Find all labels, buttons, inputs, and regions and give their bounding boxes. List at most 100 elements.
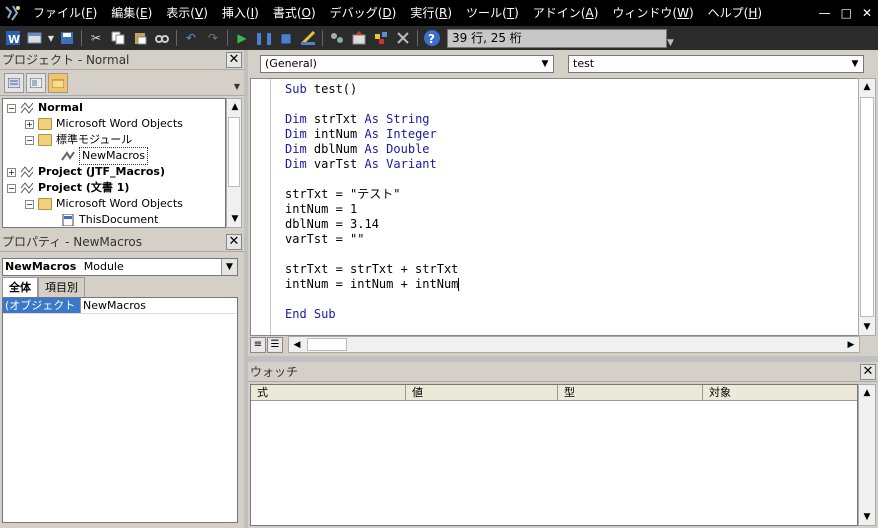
code-line[interactable] — [285, 172, 459, 187]
undo-icon[interactable]: ↶ — [180, 28, 202, 48]
run-icon[interactable]: ▶ — [231, 28, 253, 48]
find-icon[interactable] — [151, 28, 173, 48]
collapse-icon[interactable]: − — [7, 103, 16, 113]
view-code-icon[interactable] — [4, 72, 24, 93]
help-icon[interactable]: ? — [421, 28, 443, 48]
scroll-up-icon[interactable]: ▲ — [859, 385, 875, 401]
close-icon[interactable]: ✕ — [862, 6, 872, 20]
code-line[interactable] — [285, 292, 459, 307]
code-line[interactable]: dblNum = 3.14 — [285, 217, 459, 232]
menu-item-t[interactable]: ツール(T) — [459, 0, 526, 26]
collapse-icon[interactable]: − — [25, 199, 34, 209]
cut-icon[interactable]: ✂ — [85, 28, 107, 48]
column-value[interactable]: 値 — [406, 385, 558, 400]
design-mode-icon[interactable] — [297, 28, 319, 48]
close-icon[interactable]: ✕ — [226, 234, 242, 250]
menu-item-a[interactable]: アドイン(A) — [526, 0, 606, 26]
watch-list[interactable]: 式 値 型 対象 — [250, 384, 858, 526]
paste-icon[interactable] — [129, 28, 151, 48]
expand-icon[interactable]: + — [7, 167, 16, 177]
scroll-thumb[interactable] — [228, 117, 240, 187]
project-tree-scrollbar[interactable]: ▲ ▼ — [226, 98, 242, 228]
scroll-up-icon[interactable]: ▲ — [859, 79, 875, 95]
copy-icon[interactable] — [107, 28, 129, 48]
code-line[interactable]: Dim strTxt As String — [285, 112, 459, 127]
scroll-down-icon[interactable]: ▼ — [227, 211, 243, 227]
code-line[interactable]: strTxt = strTxt + strTxt — [285, 262, 459, 277]
procedure-view-icon[interactable]: ≡ — [250, 337, 266, 353]
column-type[interactable]: 型 — [558, 385, 703, 400]
code-line[interactable]: Dim dblNum As Double — [285, 142, 459, 157]
code-line[interactable] — [285, 97, 459, 112]
view-object-icon[interactable] — [26, 72, 46, 93]
close-icon[interactable]: ✕ — [860, 364, 876, 380]
scroll-thumb[interactable] — [860, 97, 874, 317]
object-combo[interactable]: (General) ▼ — [260, 55, 554, 73]
scroll-up-icon[interactable]: ▲ — [227, 99, 243, 115]
menu-item-r[interactable]: 実行(R) — [403, 0, 459, 26]
scroll-left-icon[interactable]: ◀ — [289, 337, 305, 353]
code-line[interactable]: intNum = 1 — [285, 202, 459, 217]
code-margin[interactable] — [251, 79, 271, 335]
code-line[interactable]: End Sub — [285, 307, 459, 322]
pane-options-icon[interactable]: ▼ — [234, 82, 240, 91]
code-horizontal-scrollbar[interactable]: ◀ ▶ — [288, 336, 860, 353]
tree-node-thisdocument[interactable]: ThisDocument — [61, 212, 158, 227]
tree-node-modules[interactable]: − 標準モジュール — [25, 132, 132, 148]
properties-icon[interactable] — [348, 28, 370, 48]
reset-icon[interactable]: ■ — [275, 28, 297, 48]
procedure-combo[interactable]: test ▼ — [568, 55, 864, 73]
menu-item-o[interactable]: 書式(O) — [266, 0, 323, 26]
menu-item-e[interactable]: 編集(E) — [104, 0, 159, 26]
menu-item-d[interactable]: デバッグ(D) — [323, 0, 404, 26]
insert-userform-icon[interactable] — [24, 28, 46, 48]
code-line[interactable]: Dim intNum As Integer — [285, 127, 459, 142]
code-line[interactable]: varTst = "" — [285, 232, 459, 247]
toggle-folders-icon[interactable] — [48, 72, 68, 93]
menu-item-h[interactable]: ヘルプ(H) — [701, 0, 769, 26]
project-explorer-icon[interactable] — [326, 28, 348, 48]
collapse-icon[interactable]: − — [25, 135, 34, 145]
code-line[interactable]: Sub test() — [285, 82, 459, 97]
vbe-app-icon[interactable] — [0, 0, 26, 26]
chevron-down-icon[interactable]: ▼ — [221, 259, 237, 275]
tree-node-document1[interactable]: − Project (文書 1) — [7, 180, 129, 196]
tab-categorized[interactable]: 項目別 — [38, 277, 85, 297]
object-select[interactable]: NewMacros Module ▼ — [2, 258, 238, 276]
tree-node-normal[interactable]: − Normal — [7, 100, 83, 116]
collapse-icon[interactable]: − — [7, 183, 16, 193]
close-icon[interactable]: ✕ — [226, 52, 242, 68]
scroll-right-icon[interactable]: ▶ — [843, 337, 859, 353]
toolbox-icon[interactable] — [392, 28, 414, 48]
full-module-view-icon[interactable]: ☰ — [267, 337, 283, 353]
code-line[interactable]: intNum = intNum + intNum — [285, 277, 460, 292]
chevron-down-icon[interactable]: ▼ — [847, 56, 863, 72]
tree-node-word-objects-2[interactable]: − Microsoft Word Objects — [25, 196, 183, 212]
menu-item-w[interactable]: ウィンドウ(W) — [605, 0, 700, 26]
column-expression[interactable]: 式 — [251, 385, 406, 400]
code-line[interactable]: strTxt = "テスト" — [285, 187, 459, 202]
break-icon[interactable]: ❚❚ — [253, 28, 275, 48]
menu-item-v[interactable]: 表示(V) — [159, 0, 215, 26]
watch-scrollbar[interactable]: ▲ ▼ — [858, 384, 876, 526]
code-text[interactable]: Sub test() Dim strTxt As String Dim intNu… — [285, 82, 460, 322]
scroll-down-icon[interactable]: ▼ — [859, 319, 875, 335]
toolbar-options-icon[interactable]: ▼ — [667, 28, 677, 48]
chevron-down-icon[interactable]: ▼ — [537, 56, 553, 72]
scroll-down-icon[interactable]: ▼ — [859, 509, 875, 525]
code-line[interactable] — [285, 247, 459, 262]
tree-node-jtf-macros[interactable]: + Project (JTF_Macros) — [7, 164, 165, 180]
redo-icon[interactable]: ↷ — [202, 28, 224, 48]
expand-icon[interactable]: + — [25, 119, 34, 129]
code-vertical-scrollbar[interactable]: ▲ ▼ — [858, 78, 876, 336]
save-icon[interactable] — [56, 28, 78, 48]
minimize-icon[interactable]: — — [819, 6, 831, 20]
tree-node-word-objects[interactable]: + Microsoft Word Objects — [25, 116, 183, 132]
property-value[interactable]: NewMacros — [81, 298, 146, 313]
object-browser-icon[interactable] — [370, 28, 392, 48]
restore-icon[interactable]: □ — [841, 6, 852, 20]
dropdown-arrow-icon[interactable]: ▼ — [46, 28, 56, 48]
menu-item-f[interactable]: ファイル(F) — [26, 0, 104, 26]
column-context[interactable]: 対象 — [703, 385, 857, 400]
code-editor[interactable]: Sub test() Dim strTxt As String Dim intNu… — [250, 78, 860, 336]
